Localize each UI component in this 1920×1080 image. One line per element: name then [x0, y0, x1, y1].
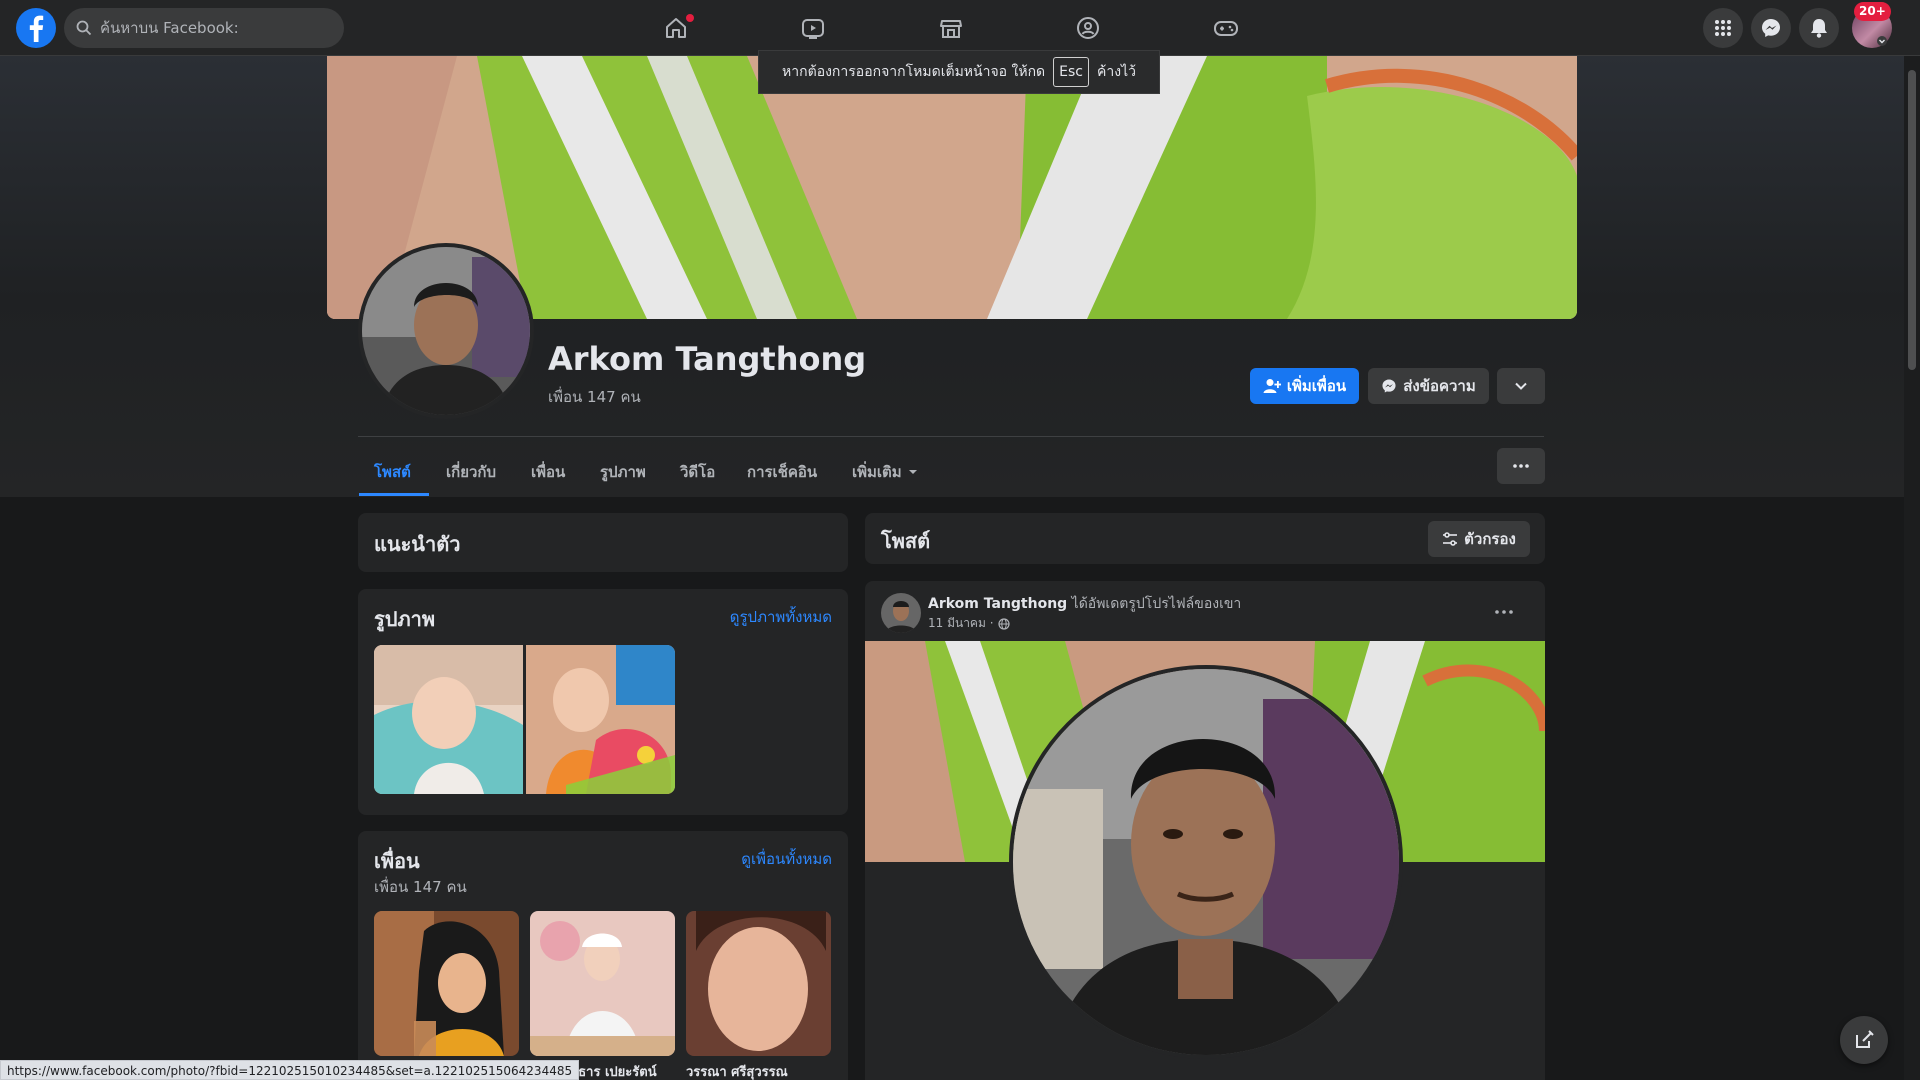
- video-icon: [802, 19, 824, 39]
- browser-status-url: https://www.facebook.com/photo/?fbid=122…: [0, 1060, 580, 1080]
- esc-key: Esc: [1053, 57, 1089, 87]
- marketplace-icon: [940, 20, 962, 38]
- tab-posts[interactable]: โพสต์: [374, 450, 411, 494]
- filter-label: ตัวกรอง: [1464, 530, 1516, 548]
- add-friend-button[interactable]: เพิ่มเพื่อน: [1250, 368, 1359, 404]
- bell-icon: [1811, 19, 1827, 38]
- caret-down-icon: [908, 470, 917, 474]
- filter-sliders-icon: [1443, 532, 1458, 546]
- profile-friends-count[interactable]: เพื่อน 147 คน: [548, 385, 641, 409]
- tooltip-text-after: ค้างไว้: [1097, 64, 1136, 80]
- gaming-icon: [1214, 21, 1238, 36]
- post-date[interactable]: 11 มีนาคม ·: [928, 614, 994, 633]
- post-author-name[interactable]: Arkom Tangthong: [928, 596, 1067, 612]
- post-avatar-image: [881, 593, 921, 633]
- message-button[interactable]: ส่งข้อความ: [1368, 368, 1489, 404]
- see-all-photos-link[interactable]: ดูรูปภาพทั้งหมด: [730, 605, 832, 629]
- home-notification-dot: [686, 14, 694, 22]
- add-friend-label: เพิ่มเพื่อน: [1286, 377, 1347, 395]
- posts-header-card: โพสต์ ตัวกรอง: [865, 513, 1545, 564]
- tab-videos[interactable]: วิดีโอ: [680, 450, 715, 494]
- message-label: ส่งข้อความ: [1403, 377, 1476, 395]
- facebook-logo[interactable]: [16, 8, 56, 48]
- home-icon: [666, 18, 686, 38]
- more-actions-dropdown[interactable]: [1497, 368, 1545, 404]
- friends-card: เพื่อน เพื่อน 147 คน ดูเพื่อนทั้งหมด สิข…: [358, 831, 848, 1080]
- friend-photo[interactable]: [374, 911, 519, 1056]
- photos-title: รูปภาพ: [374, 607, 436, 631]
- photo-baby-2: [526, 645, 675, 794]
- profile-name: Arkom Tangthong: [548, 340, 867, 378]
- post-author-avatar[interactable]: [881, 593, 921, 633]
- tab-photos[interactable]: รูปภาพ: [600, 450, 646, 494]
- intro-card: แนะนำตัว: [358, 513, 848, 572]
- photo-baby-1: [374, 645, 523, 794]
- post-profile-picture[interactable]: [1009, 665, 1403, 1059]
- friend-photo-3: [686, 911, 831, 1056]
- friend-photo[interactable]: [686, 911, 831, 1056]
- post-profile-image: [1013, 669, 1399, 1055]
- globe-icon: [997, 617, 1010, 630]
- top-bar: [0, 0, 1920, 56]
- friend-name[interactable]: วรรณา ศรีสุวรรณ: [686, 1061, 788, 1080]
- fullscreen-exit-tooltip: หากต้องการออกจากโหมดเต็มหน้าจอ ให้กด Esc…: [758, 50, 1160, 94]
- photos-card: รูปภาพ ดูรูปภาพทั้งหมด: [358, 589, 848, 815]
- post-meta: 11 มีนาคม ·: [928, 614, 1010, 633]
- friend-photo[interactable]: [530, 911, 675, 1056]
- profile-more-options-button[interactable]: [1497, 448, 1545, 484]
- post-card: Arkom Tangthong ได้อัพเดตรูปโปรไฟล์ของเข…: [865, 581, 1545, 1080]
- grid-menu-icon: [1715, 20, 1731, 36]
- notification-badge: 20+: [1854, 2, 1891, 21]
- nav-marketplace[interactable]: [921, 8, 981, 48]
- search-icon: [76, 20, 92, 36]
- photo-thumbnail[interactable]: [526, 645, 675, 794]
- tab-more-label: เพิ่มเติม: [852, 463, 902, 481]
- chevron-down-icon: [1515, 382, 1527, 390]
- profile-image: [362, 247, 530, 415]
- post-action-text: ได้อัพเดตรูปโปรไฟล์ของเขา: [1071, 596, 1242, 612]
- new-message-button[interactable]: [1840, 1016, 1888, 1064]
- post-options-button[interactable]: [1495, 599, 1513, 618]
- more-dots-icon: [1495, 610, 1513, 614]
- see-all-friends-link[interactable]: ดูเพื่อนทั้งหมด: [741, 847, 832, 871]
- friends-card-count: เพื่อน 147 คน: [374, 878, 467, 896]
- menu-button[interactable]: [1703, 8, 1743, 48]
- post-header-line: Arkom Tangthong ได้อัพเดตรูปโปรไฟล์ของเข…: [928, 593, 1241, 615]
- filter-button[interactable]: ตัวกรอง: [1428, 521, 1530, 557]
- notifications-button[interactable]: [1799, 8, 1839, 48]
- scrollbar-thumb[interactable]: [1908, 70, 1916, 370]
- search-input[interactable]: [100, 19, 320, 37]
- tab-friends[interactable]: เพื่อน: [531, 450, 565, 494]
- tab-checkins[interactable]: การเช็คอิน: [747, 450, 817, 494]
- header-divider: [358, 436, 1544, 437]
- posts-title: โพสต์: [881, 529, 931, 553]
- messenger-icon: [1382, 379, 1396, 393]
- add-person-icon: [1263, 379, 1281, 393]
- active-tab-indicator: [359, 493, 429, 496]
- intro-title: แนะนำตัว: [374, 532, 461, 556]
- tab-about[interactable]: เกี่ยวกับ: [446, 450, 496, 494]
- search-box[interactable]: [64, 8, 344, 48]
- account-chevron-icon[interactable]: [1876, 36, 1888, 46]
- nav-watch[interactable]: [783, 8, 843, 48]
- facebook-f-icon: [29, 15, 44, 42]
- messenger-button[interactable]: [1751, 8, 1791, 48]
- messenger-icon: [1762, 19, 1780, 37]
- more-dots-icon: [1513, 464, 1529, 468]
- nav-home[interactable]: [646, 8, 706, 48]
- nav-groups[interactable]: [1058, 8, 1118, 48]
- compose-icon: [1856, 1030, 1874, 1048]
- friend-photo-1: [374, 911, 519, 1056]
- groups-icon: [1077, 17, 1099, 39]
- friends-title: เพื่อน: [374, 849, 420, 873]
- tab-more[interactable]: เพิ่มเติม: [852, 450, 918, 494]
- profile-picture[interactable]: [358, 243, 534, 419]
- nav-gaming[interactable]: [1196, 8, 1256, 48]
- photo-thumbnail[interactable]: [374, 645, 523, 794]
- tooltip-text-before: หากต้องการออกจากโหมดเต็มหน้าจอ ให้กด: [782, 64, 1046, 80]
- friend-photo-2: [530, 911, 675, 1056]
